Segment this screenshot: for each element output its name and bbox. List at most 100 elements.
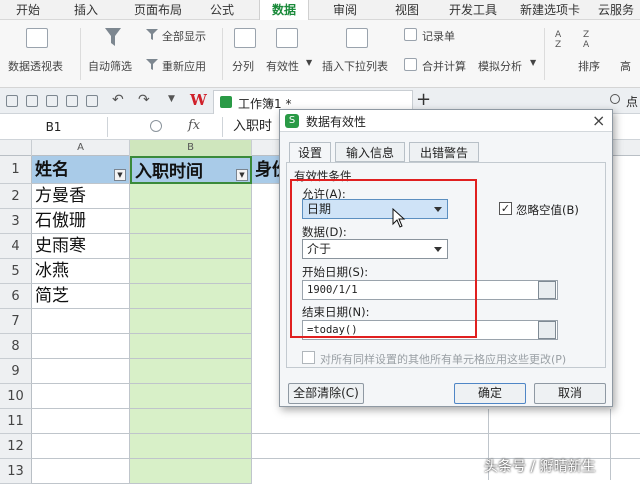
split-column-icon	[234, 28, 256, 48]
svg-text:Z: Z	[555, 40, 561, 48]
fx-icon[interactable]: fx	[188, 118, 200, 133]
apply-all-label: 对所有同样设置的其他所有单元格应用这些更改(P)	[320, 353, 567, 366]
more-icon[interactable]: ▼	[168, 94, 175, 104]
formula-input[interactable]: 入职时	[222, 117, 282, 137]
header-cell-hire-date[interactable]: 入职时间	[130, 156, 252, 184]
simulate-label: 模拟分析	[478, 60, 522, 73]
hire-date-cell[interactable]	[130, 209, 252, 234]
save-icon[interactable]	[26, 95, 38, 107]
menu-review[interactable]: 审阅	[320, 0, 370, 20]
name-box[interactable]: B1	[0, 117, 108, 137]
select-all-corner[interactable]	[0, 140, 32, 156]
svg-text:A: A	[583, 40, 590, 48]
range-picker-icon[interactable]	[538, 281, 556, 299]
menu-view[interactable]: 视图	[382, 0, 432, 20]
name-cell[interactable]	[32, 434, 130, 459]
row-header[interactable]: 7	[0, 309, 32, 334]
menu-start[interactable]: 开始	[4, 0, 52, 20]
header-hire-date-text: 入职时间	[135, 162, 203, 182]
tab-error-alert[interactable]: 出错警告	[409, 142, 479, 162]
app-logo-icon: S	[285, 114, 299, 128]
close-icon[interactable]: ×	[592, 111, 605, 130]
column-header-b[interactable]: B	[130, 140, 252, 156]
hire-date-cell[interactable]	[130, 334, 252, 359]
ribbon: 数据透视表 自动筛选 全部显示 重新应用 分列 有效性 ▼ 插入下拉列表 记录单…	[0, 20, 640, 88]
name-cell[interactable]	[32, 384, 130, 409]
simulate-dropdown-icon: ▼	[530, 58, 537, 67]
export-icon[interactable]	[86, 95, 98, 107]
redo-icon[interactable]: ↷	[138, 92, 150, 108]
show-all-label: 全部显示	[162, 30, 206, 43]
name-cell[interactable]: 简芝	[32, 284, 130, 309]
reapply-label: 重新应用	[162, 60, 206, 73]
menu-new-tab[interactable]: 新建选项卡	[510, 0, 590, 20]
clear-all-button[interactable]: 全部清除(C)	[288, 383, 364, 404]
row-header[interactable]: 2	[0, 184, 32, 209]
watermark: 头条号 / 孵晴新生	[484, 459, 596, 475]
pivot-table-icon	[26, 28, 48, 48]
name-cell[interactable]: 史雨寒	[32, 234, 130, 259]
hire-date-cell[interactable]	[130, 234, 252, 259]
hire-date-cell[interactable]	[130, 434, 252, 459]
name-cell[interactable]: 冰燕	[32, 259, 130, 284]
search-icon[interactable]	[610, 94, 620, 104]
hire-date-cell[interactable]	[130, 284, 252, 309]
menu-cloud[interactable]: 云服务	[592, 0, 640, 20]
hire-date-cell[interactable]	[130, 384, 252, 409]
menu-page-layout[interactable]: 页面布局	[120, 0, 196, 20]
preview-icon[interactable]	[66, 95, 78, 107]
sort-za-icon: ZA	[583, 30, 590, 48]
consolidate-label: 合并计算	[422, 60, 466, 73]
hire-date-cell[interactable]	[130, 409, 252, 434]
row-header[interactable]: 11	[0, 409, 32, 434]
column-header-a[interactable]: A	[32, 140, 130, 156]
spreadsheet-icon	[220, 96, 232, 108]
row-header[interactable]: 5	[0, 259, 32, 284]
name-cell[interactable]	[32, 409, 130, 434]
cancel-button[interactable]: 取消	[534, 383, 606, 404]
column-header-c[interactable]	[252, 140, 282, 156]
menu-formula[interactable]: 公式	[196, 0, 248, 20]
hire-date-cell[interactable]	[130, 459, 252, 484]
hire-date-cell[interactable]	[130, 309, 252, 334]
print-icon[interactable]	[46, 95, 58, 107]
row-header[interactable]: 10	[0, 384, 32, 409]
zoom-icon[interactable]	[150, 120, 162, 132]
filter-dropdown-icon[interactable]: ▼	[236, 169, 248, 181]
range-picker-icon[interactable]	[538, 321, 556, 339]
open-icon[interactable]	[6, 95, 18, 107]
menu-dev-tools[interactable]: 开发工具	[440, 0, 506, 20]
tab-input-message[interactable]: 输入信息	[335, 142, 405, 162]
ok-button[interactable]: 确定	[454, 383, 526, 404]
row-header[interactable]: 3	[0, 209, 32, 234]
undo-icon[interactable]: ↶	[112, 92, 124, 108]
row-header[interactable]: 12	[0, 434, 32, 459]
row-header[interactable]: 1	[0, 156, 32, 184]
menu-insert[interactable]: 插入	[62, 0, 110, 20]
dialog-title-bar[interactable]: S 数据有效性 ×	[280, 110, 612, 132]
row-header[interactable]: 13	[0, 459, 32, 484]
name-cell[interactable]	[32, 359, 130, 384]
funnel-small-icon	[146, 29, 158, 40]
ignore-blank-checkbox[interactable]: ✓	[499, 202, 512, 215]
name-cell[interactable]: 石傲珊	[32, 209, 130, 234]
apply-all-checkbox[interactable]	[302, 351, 315, 364]
name-cell[interactable]	[32, 334, 130, 359]
hire-date-cell[interactable]	[130, 259, 252, 284]
name-cell[interactable]	[32, 309, 130, 334]
name-cell[interactable]: 方曼香	[32, 184, 130, 209]
tab-settings[interactable]: 设置	[289, 142, 331, 163]
row-header[interactable]: 8	[0, 334, 32, 359]
new-tab-button[interactable]: +	[416, 89, 431, 110]
row-header[interactable]: 6	[0, 284, 32, 309]
menu-data[interactable]: 数据	[259, 0, 309, 20]
sort-label: 排序	[578, 60, 600, 73]
filter-dropdown-icon[interactable]: ▼	[114, 169, 126, 181]
advanced-label[interactable]: 高	[620, 58, 631, 74]
row-header[interactable]: 9	[0, 359, 32, 384]
hire-date-cell[interactable]	[130, 184, 252, 209]
hire-date-cell[interactable]	[130, 359, 252, 384]
validation-icon	[276, 28, 298, 48]
row-header[interactable]: 4	[0, 234, 32, 259]
name-cell[interactable]	[32, 459, 130, 484]
